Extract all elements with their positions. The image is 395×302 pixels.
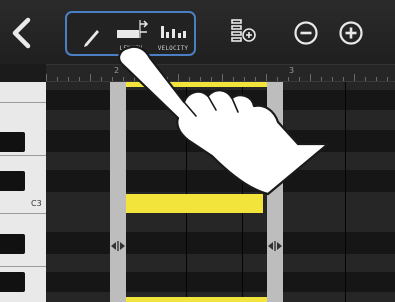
ruler-tick <box>376 77 377 81</box>
beat-gridline <box>345 82 346 302</box>
velocity-icon <box>161 26 186 38</box>
quantize-icon <box>231 19 256 42</box>
ruler-tick <box>68 77 69 81</box>
pointing-hand-icon <box>118 45 330 196</box>
ruler-tick <box>46 74 47 81</box>
black-key[interactable] <box>0 132 25 152</box>
ruler-tick <box>57 77 58 81</box>
white-key-divider <box>0 266 46 267</box>
back-button[interactable] <box>8 16 34 50</box>
pencil-icon <box>84 30 99 47</box>
piano-keyboard[interactable]: C3 <box>0 82 46 302</box>
ruler-tick <box>387 77 388 81</box>
ruler-tick <box>79 77 80 81</box>
ruler-tick <box>90 74 91 81</box>
resize-handle-icon[interactable] <box>267 240 283 252</box>
black-key[interactable] <box>0 272 25 292</box>
chevron-left-icon <box>12 17 31 49</box>
grid-row <box>46 272 395 292</box>
resize-handle-icon[interactable] <box>110 240 126 252</box>
white-key-divider <box>0 213 46 214</box>
ruler-tick <box>354 74 355 81</box>
grid-row <box>46 254 395 272</box>
note-label-c3: C3 <box>31 199 42 208</box>
ruler-tick <box>101 77 102 81</box>
zoom-out-icon <box>294 21 318 45</box>
pencil-tool-button[interactable] <box>75 18 105 52</box>
white-key-divider <box>0 102 46 103</box>
zoom-in-icon <box>339 21 363 45</box>
black-key[interactable] <box>0 171 25 191</box>
zoom-out-button[interactable] <box>293 20 319 46</box>
length-icon <box>117 20 149 38</box>
ruler-tick <box>365 77 366 81</box>
grid-row <box>46 214 395 232</box>
zoom-in-button[interactable] <box>338 20 364 46</box>
white-key-divider <box>0 155 46 156</box>
grid-row <box>46 232 395 254</box>
black-key[interactable] <box>0 234 25 254</box>
midi-note[interactable] <box>126 297 267 302</box>
ruler-tick <box>343 77 344 81</box>
